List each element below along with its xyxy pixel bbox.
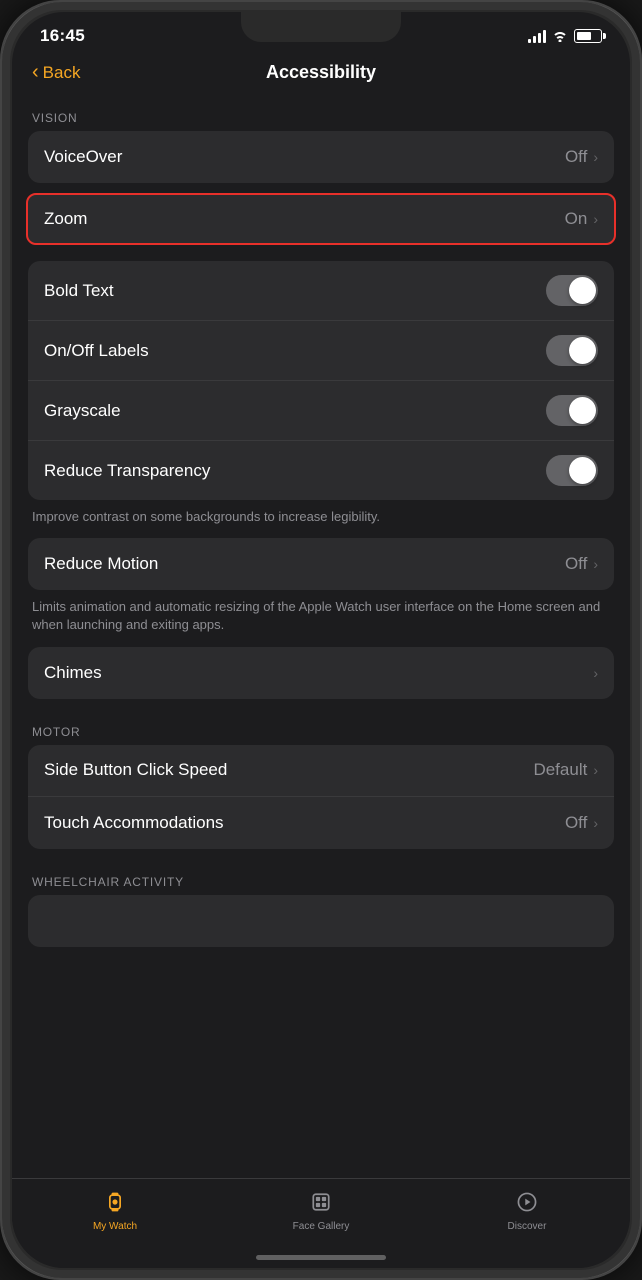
screen: 16:45 ‹ — [12, 12, 630, 1268]
back-label[interactable]: Back — [43, 63, 81, 83]
reduce-motion-value: Off — [565, 554, 587, 574]
phone-frame: 16:45 ‹ — [0, 0, 642, 1280]
reduce-motion-right: Off › — [565, 554, 598, 574]
wheelchair-item[interactable] — [28, 895, 614, 947]
bold-text-label: Bold Text — [44, 281, 114, 301]
onoff-labels-item[interactable]: On/Off Labels — [28, 321, 614, 381]
motor-group: Side Button Click Speed Default › Touch … — [28, 745, 614, 849]
signal-bars-icon — [528, 29, 546, 43]
chimes-chevron-icon: › — [593, 665, 598, 681]
touch-accommodations-item[interactable]: Touch Accommodations Off › — [28, 797, 614, 849]
chimes-group: Chimes › — [28, 647, 614, 699]
vision-toggles-group: Bold Text On/Off Labels Grayscale — [28, 261, 614, 500]
bold-text-item[interactable]: Bold Text — [28, 261, 614, 321]
reduce-motion-item[interactable]: Reduce Motion Off › — [28, 538, 614, 590]
side-button-label: Side Button Click Speed — [44, 760, 227, 780]
voiceover-value: Off — [565, 147, 587, 167]
reduce-transparency-label: Reduce Transparency — [44, 461, 210, 481]
wheelchair-group — [28, 895, 614, 947]
face-gallery-tab-label: Face Gallery — [293, 1221, 350, 1232]
my-watch-tab-label: My Watch — [93, 1221, 137, 1232]
reduce-transparency-item[interactable]: Reduce Transparency — [28, 441, 614, 500]
onoff-labels-toggle[interactable] — [546, 335, 598, 366]
page-title: Accessibility — [266, 62, 376, 83]
voiceover-item[interactable]: VoiceOver Off › — [28, 131, 614, 183]
motor-section-header: MOTOR — [12, 709, 630, 745]
nav-header: ‹ Back Accessibility — [12, 54, 630, 95]
tab-face-gallery[interactable]: Face Gallery — [281, 1187, 361, 1232]
reduce-motion-chevron-icon: › — [593, 556, 598, 572]
discover-icon — [512, 1187, 542, 1217]
bold-text-toggle[interactable] — [546, 275, 598, 306]
zoom-label: Zoom — [44, 209, 87, 229]
voiceover-right: Off › — [565, 147, 598, 167]
tab-my-watch[interactable]: My Watch — [75, 1187, 155, 1232]
chimes-label: Chimes — [44, 663, 102, 683]
voiceover-label: VoiceOver — [44, 147, 122, 167]
status-time: 16:45 — [40, 26, 85, 46]
face-gallery-icon — [306, 1187, 336, 1217]
zoom-right: On › — [565, 209, 598, 229]
touch-accommodations-value: Off — [565, 813, 587, 833]
zoom-item[interactable]: Zoom On › — [26, 193, 616, 245]
onoff-labels-label: On/Off Labels — [44, 341, 149, 361]
reduce-motion-helper: Limits animation and automatic resizing … — [12, 590, 630, 646]
discover-tab-label: Discover — [508, 1221, 547, 1232]
vision-section-header: VISION — [12, 95, 630, 131]
status-icons — [528, 29, 602, 43]
side-button-chevron-icon: › — [593, 762, 598, 778]
grayscale-toggle[interactable] — [546, 395, 598, 426]
reduce-transparency-toggle[interactable] — [546, 455, 598, 486]
home-indicator — [256, 1255, 386, 1260]
battery-icon — [574, 29, 602, 43]
voiceover-chevron-icon: › — [593, 149, 598, 165]
touch-accommodations-label: Touch Accommodations — [44, 813, 224, 833]
grayscale-label: Grayscale — [44, 401, 121, 421]
back-button[interactable]: ‹ Back — [32, 62, 80, 84]
reduce-transparency-helper: Improve contrast on some backgrounds to … — [12, 500, 630, 538]
chimes-right: › — [593, 665, 598, 681]
voiceover-group: VoiceOver Off › — [28, 131, 614, 183]
back-chevron-icon: ‹ — [32, 61, 39, 84]
touch-accommodations-chevron-icon: › — [593, 815, 598, 831]
wheelchair-section-header: WHEELCHAIR ACTIVITY — [12, 859, 630, 895]
zoom-chevron-icon: › — [593, 211, 598, 227]
side-button-value: Default — [533, 760, 587, 780]
notch — [241, 12, 401, 42]
side-button-item[interactable]: Side Button Click Speed Default › — [28, 745, 614, 797]
tab-discover[interactable]: Discover — [487, 1187, 567, 1232]
side-button-right: Default › — [533, 760, 598, 780]
zoom-value: On — [565, 209, 588, 229]
wifi-icon — [552, 30, 568, 42]
touch-accommodations-right: Off › — [565, 813, 598, 833]
content-scroll[interactable]: VISION VoiceOver Off › Zoom On › — [12, 95, 630, 1211]
reduce-motion-label: Reduce Motion — [44, 554, 158, 574]
grayscale-item[interactable]: Grayscale — [28, 381, 614, 441]
my-watch-icon — [100, 1187, 130, 1217]
reduce-motion-group: Reduce Motion Off › — [28, 538, 614, 590]
chimes-item[interactable]: Chimes › — [28, 647, 614, 699]
